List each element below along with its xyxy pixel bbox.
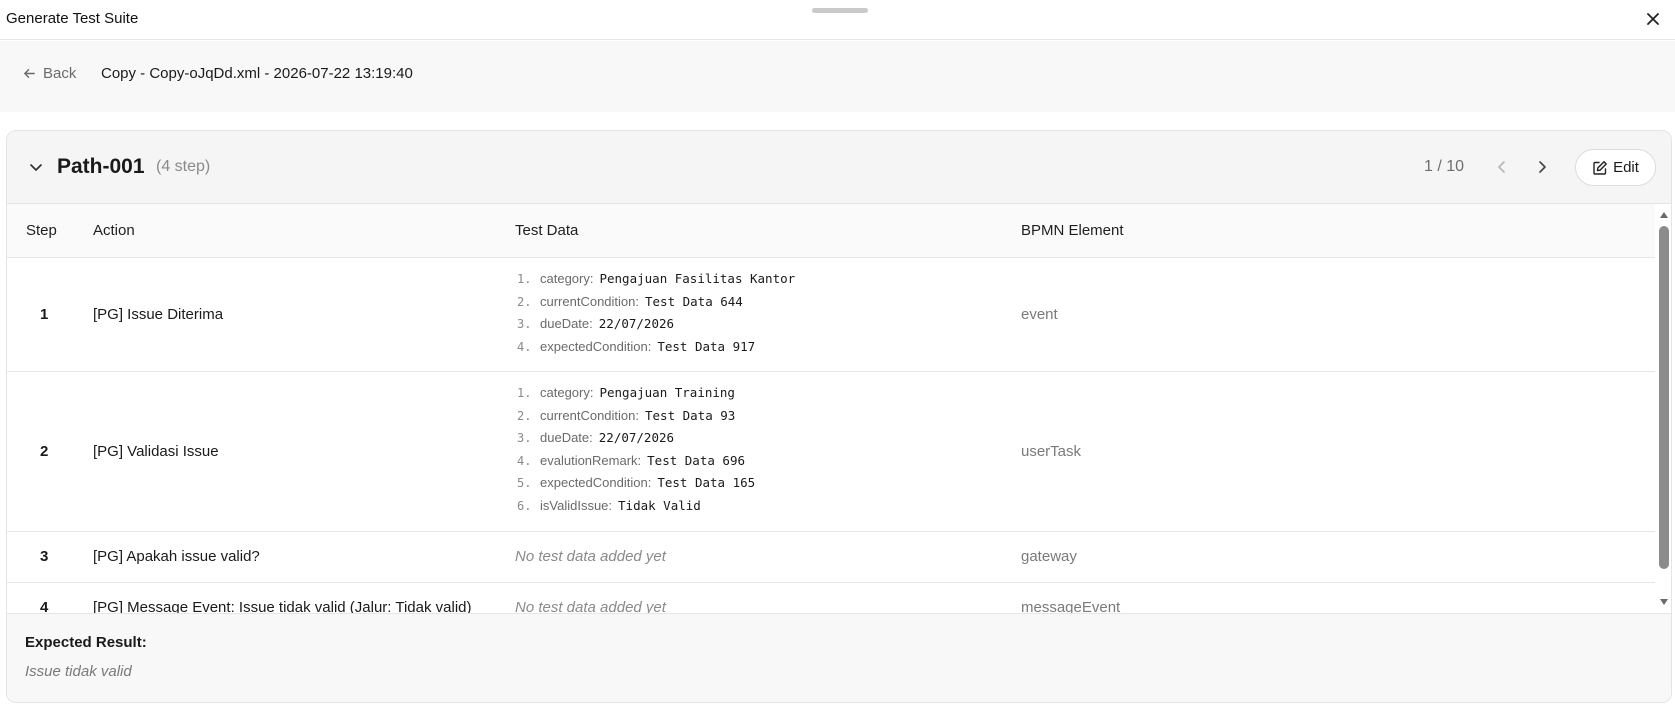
arrow-left-icon [24,69,35,78]
bpmn-element: userTask [1021,443,1082,460]
step-number: 4 [40,599,49,613]
test-data-item: 3. dueDate: 22/07/2026 [517,430,675,445]
bpmn-element: messageEvent [1021,599,1121,613]
step-action: [PG] Issue Diterima [93,306,224,323]
edit-icon [1593,160,1607,175]
step-action: [PG] Validasi Issue [93,443,219,460]
test-data-item: 4. expectedCondition: Test Data 917 [517,338,756,354]
file-header: Back Copy - Copy-oJqDd.xml - 2026-07-22 … [0,41,1675,112]
step-action: [PG] Apakah issue valid? [93,548,260,565]
edit-button[interactable]: Edit [1575,149,1656,186]
back-label: Back [43,65,77,82]
column-header-test-data: Test Data [515,222,579,239]
test-data-item: 6. isValidIssue: Tidak Valid [517,497,701,513]
path-card-header: Path-001 (4 step) 1 / 10 Edit [7,131,1671,204]
no-test-data: No test data added yet [515,548,666,565]
test-data-list: 1. category: Pengajuan Fasilitas Kantor 2.… [517,271,795,361]
table-row[interactable]: 4 [PG] Message Event: Issue tidak valid … [7,584,1655,613]
back-button[interactable]: Back [22,65,76,82]
file-title: Copy - Copy-oJqDd.xml - 2026-07-22 13:19… [101,65,413,82]
close-icon[interactable] [1643,9,1663,29]
steps-table: Step Action Test Data BPMN Element 1 [PG… [7,204,1655,613]
expected-result-label: Expected Result: [25,634,147,651]
step-number: 3 [40,548,49,565]
test-data-item: 1. category: Pengajuan Training [517,385,735,400]
window-titlebar: Generate Test Suite [0,0,1675,40]
edit-label: Edit [1613,159,1639,176]
scroll-down-arrow-icon[interactable] [1660,599,1668,605]
step-number: 1 [40,306,49,323]
chevron-right-icon[interactable] [1532,157,1552,177]
scrollbar-thumb[interactable] [1659,226,1669,569]
no-test-data: No test data added yet [515,599,666,613]
table-scrollbar[interactable] [1657,204,1671,613]
test-data-item: 2. currentCondition: Test Data 93 [517,407,736,423]
table-row[interactable]: 1 [PG] Issue Diterima 1. category: Pengaju… [7,259,1655,372]
test-data-item: 1. category: Pengajuan Fasilitas Kantor [517,271,796,286]
column-header-step: Step [26,222,57,239]
step-count: (4 step) [156,158,211,175]
pager-indicator: 1 / 10 [1424,158,1465,175]
test-data-item: 3. dueDate: 22/07/2026 [517,316,675,331]
path-name: Path-001 [57,155,145,178]
table-row[interactable]: 2 [PG] Validasi Issue 1. category: Pengaju… [7,373,1655,532]
expected-result-panel: Expected Result: Issue tidak valid [7,613,1671,702]
chevron-down-icon[interactable] [27,158,45,176]
column-header-action: Action [93,222,135,239]
path-card: Path-001 (4 step) 1 / 10 Edit Step Actio… [6,130,1672,703]
test-data-item: 5. expectedCondition: Test Data 165 [517,475,756,490]
drag-handle[interactable] [812,8,868,13]
test-data-list: 1. category: Pengajuan Training 2. currentC… [517,385,755,520]
column-header-bpmn-element: BPMN Element [1021,222,1124,239]
bpmn-element: event [1021,306,1058,323]
expected-result-value: Issue tidak valid [25,663,132,680]
step-number: 2 [40,443,49,460]
step-action: [PG] Message Event: Issue tidak valid (J… [93,599,472,613]
chevron-left-icon[interactable] [1492,157,1512,177]
test-data-item: 4. evalutionRemark: Test Data 696 [517,452,745,468]
table-header: Step Action Test Data BPMN Element [7,204,1655,258]
scroll-up-arrow-icon[interactable] [1660,212,1668,218]
table-row[interactable]: 3 [PG] Apakah issue valid? No test data … [7,533,1655,583]
bpmn-element: gateway [1021,548,1077,565]
test-data-item: 2. currentCondition: Test Data 644 [517,293,743,309]
window-title: Generate Test Suite [6,10,139,27]
